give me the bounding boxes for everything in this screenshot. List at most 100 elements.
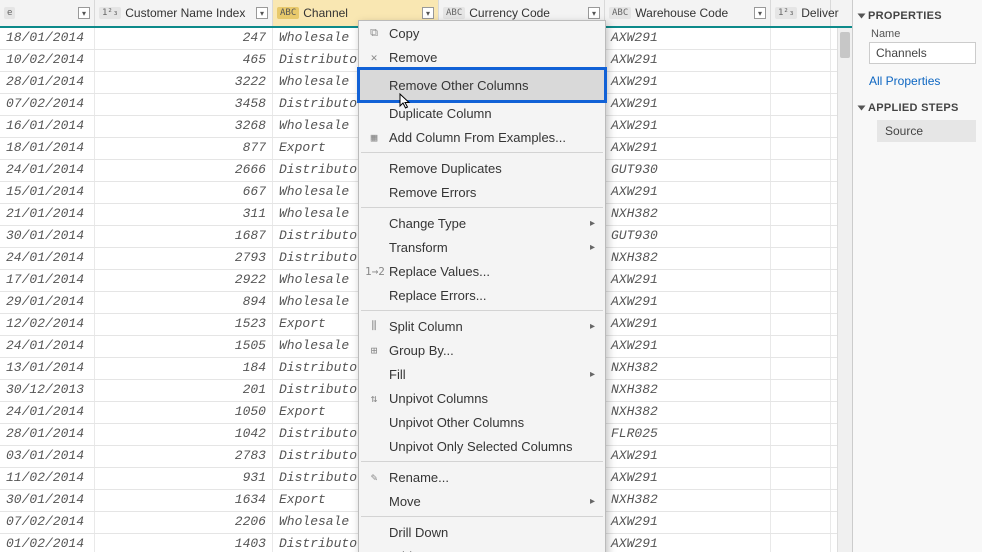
cell-customer-index[interactable]: 247	[95, 28, 273, 49]
menu-unpivot-other-columns[interactable]: Unpivot Other Columns	[359, 410, 605, 434]
cell-customer-index[interactable]: 1523	[95, 314, 273, 335]
cell-date[interactable]: 24/01/2014	[0, 248, 95, 269]
cell-deliver[interactable]	[771, 204, 831, 225]
cell-customer-index[interactable]: 1505	[95, 336, 273, 357]
all-properties-link[interactable]: All Properties	[869, 74, 976, 88]
cell-warehouse[interactable]: AXW291	[605, 72, 771, 93]
cell-warehouse[interactable]: AXW291	[605, 138, 771, 159]
cell-date[interactable]: 03/01/2014	[0, 446, 95, 467]
cell-date[interactable]: 11/02/2014	[0, 468, 95, 489]
cell-deliver[interactable]	[771, 468, 831, 489]
menu-move[interactable]: Move ▸	[359, 489, 605, 513]
cell-warehouse[interactable]: AXW291	[605, 28, 771, 49]
cell-date[interactable]: 30/01/2014	[0, 226, 95, 247]
cell-warehouse[interactable]: NXH382	[605, 204, 771, 225]
menu-unpivot-columns[interactable]: ⇅ Unpivot Columns	[359, 386, 605, 410]
cell-date[interactable]: 18/01/2014	[0, 28, 95, 49]
cell-date[interactable]: 29/01/2014	[0, 292, 95, 313]
cell-date[interactable]: 16/01/2014	[0, 116, 95, 137]
filter-dropdown-icon[interactable]: ▾	[78, 7, 90, 19]
cell-date[interactable]: 28/01/2014	[0, 72, 95, 93]
cell-deliver[interactable]	[771, 248, 831, 269]
cell-deliver[interactable]	[771, 28, 831, 49]
cell-customer-index[interactable]: 311	[95, 204, 273, 225]
cell-deliver[interactable]	[771, 138, 831, 159]
vertical-scrollbar[interactable]	[837, 28, 852, 552]
cell-deliver[interactable]	[771, 314, 831, 335]
menu-copy[interactable]: ⧉ Copy	[359, 21, 605, 45]
cell-date[interactable]: 24/01/2014	[0, 402, 95, 423]
cell-customer-index[interactable]: 2666	[95, 160, 273, 181]
column-header-date[interactable]: e ▾	[0, 0, 95, 26]
cell-customer-index[interactable]: 667	[95, 182, 273, 203]
cell-customer-index[interactable]: 2793	[95, 248, 273, 269]
menu-group-by[interactable]: ⊞ Group By...	[359, 338, 605, 362]
cell-warehouse[interactable]: AXW291	[605, 468, 771, 489]
cell-date[interactable]: 30/01/2014	[0, 490, 95, 511]
menu-transform[interactable]: Transform ▸	[359, 235, 605, 259]
cell-date[interactable]: 30/12/2013	[0, 380, 95, 401]
cell-date[interactable]: 24/01/2014	[0, 336, 95, 357]
cell-customer-index[interactable]: 2922	[95, 270, 273, 291]
cell-warehouse[interactable]: GUT930	[605, 226, 771, 247]
cell-date[interactable]: 12/02/2014	[0, 314, 95, 335]
cell-warehouse[interactable]: NXH382	[605, 490, 771, 511]
filter-dropdown-icon[interactable]: ▾	[422, 7, 434, 19]
cell-customer-index[interactable]: 3222	[95, 72, 273, 93]
cell-deliver[interactable]	[771, 512, 831, 533]
filter-dropdown-icon[interactable]: ▾	[588, 7, 600, 19]
cell-deliver[interactable]	[771, 182, 831, 203]
cell-deliver[interactable]	[771, 336, 831, 357]
column-header-warehouse[interactable]: ABC Warehouse Code ▾	[605, 0, 771, 26]
cell-deliver[interactable]	[771, 94, 831, 115]
cell-warehouse[interactable]: AXW291	[605, 270, 771, 291]
menu-fill[interactable]: Fill ▸	[359, 362, 605, 386]
cell-customer-index[interactable]: 2783	[95, 446, 273, 467]
filter-dropdown-icon[interactable]: ▾	[754, 7, 766, 19]
cell-warehouse[interactable]: AXW291	[605, 50, 771, 71]
applied-steps-section-header[interactable]: APPLIED STEPS	[859, 102, 976, 114]
menu-split-column[interactable]: ⫼ Split Column ▸	[359, 314, 605, 338]
cell-customer-index[interactable]: 3458	[95, 94, 273, 115]
column-header-customer-index[interactable]: 1²₃ Customer Name Index ▾	[95, 0, 273, 26]
menu-rename[interactable]: ✎ Rename...	[359, 465, 605, 489]
cell-customer-index[interactable]: 1687	[95, 226, 273, 247]
menu-add-column-from-examples[interactable]: ▦ Add Column From Examples...	[359, 125, 605, 149]
cell-deliver[interactable]	[771, 358, 831, 379]
cell-customer-index[interactable]: 931	[95, 468, 273, 489]
cell-date[interactable]: 07/02/2014	[0, 512, 95, 533]
cell-deliver[interactable]	[771, 292, 831, 313]
applied-step-source[interactable]: Source	[877, 120, 976, 142]
cell-deliver[interactable]	[771, 380, 831, 401]
cell-warehouse[interactable]: AXW291	[605, 292, 771, 313]
cell-customer-index[interactable]: 3268	[95, 116, 273, 137]
cell-customer-index[interactable]: 1050	[95, 402, 273, 423]
cell-customer-index[interactable]: 201	[95, 380, 273, 401]
cell-warehouse[interactable]: AXW291	[605, 116, 771, 137]
cell-warehouse[interactable]: NXH382	[605, 402, 771, 423]
cell-deliver[interactable]	[771, 402, 831, 423]
cell-deliver[interactable]	[771, 270, 831, 291]
cell-warehouse[interactable]: AXW291	[605, 512, 771, 533]
cell-deliver[interactable]	[771, 72, 831, 93]
cell-date[interactable]: 18/01/2014	[0, 138, 95, 159]
cell-warehouse[interactable]: AXW291	[605, 182, 771, 203]
menu-remove-errors[interactable]: Remove Errors	[359, 180, 605, 204]
filter-dropdown-icon[interactable]: ▾	[256, 7, 268, 19]
cell-deliver[interactable]	[771, 50, 831, 71]
properties-section-header[interactable]: PROPERTIES	[859, 10, 976, 22]
cell-customer-index[interactable]: 1042	[95, 424, 273, 445]
column-header-deliver[interactable]: 1²₃ Deliver	[771, 0, 831, 26]
cell-date[interactable]: 10/02/2014	[0, 50, 95, 71]
cell-deliver[interactable]	[771, 160, 831, 181]
cell-customer-index[interactable]: 2206	[95, 512, 273, 533]
menu-remove-duplicates[interactable]: Remove Duplicates	[359, 156, 605, 180]
cell-date[interactable]: 13/01/2014	[0, 358, 95, 379]
cell-date[interactable]: 07/02/2014	[0, 94, 95, 115]
scrollbar-thumb[interactable]	[840, 32, 850, 58]
cell-date[interactable]: 24/01/2014	[0, 160, 95, 181]
cell-warehouse[interactable]: NXH382	[605, 248, 771, 269]
cell-date[interactable]: 01/02/2014	[0, 534, 95, 552]
cell-warehouse[interactable]: AXW291	[605, 336, 771, 357]
menu-duplicate-column[interactable]: Duplicate Column	[359, 101, 605, 125]
